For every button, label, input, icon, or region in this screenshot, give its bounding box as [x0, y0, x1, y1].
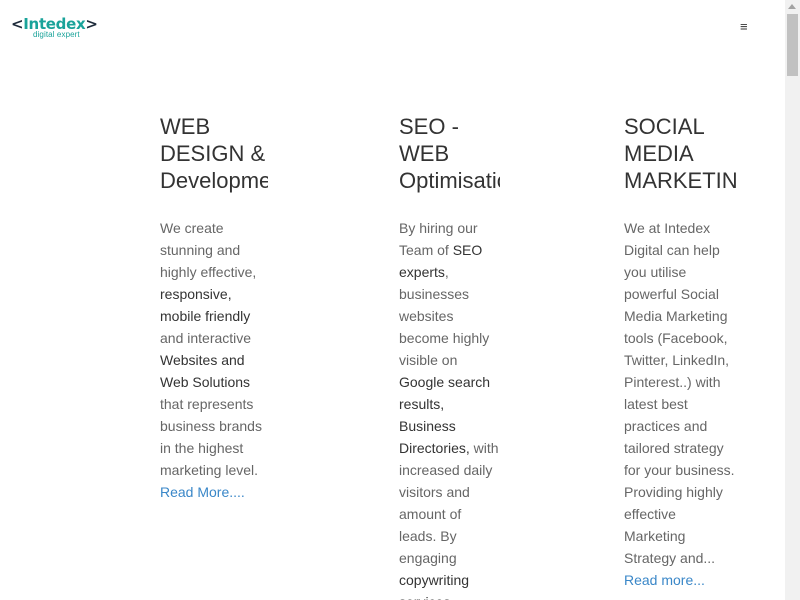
scrollbar-thumb[interactable]: [787, 14, 798, 76]
service-title: SOCIAL MEDIA MARKETING: [624, 114, 736, 193]
service-title: WEB DESIGN & Development: [160, 114, 268, 193]
service-description: By hiring our Team of SEO experts, busin…: [399, 217, 499, 600]
service-column-social-media: SOCIAL MEDIA MARKETING We at Intedex Dig…: [624, 113, 736, 600]
read-more-link[interactable]: Read more...: [624, 572, 705, 588]
emphasized-text: SEO experts: [399, 242, 483, 280]
emphasized-text: responsive, mobile friendly: [160, 286, 251, 324]
service-description: We at Intedex Digital can help you utili…: [624, 220, 735, 588]
service-description: We create stunning and highly effective,…: [160, 220, 262, 500]
emphasized-text: copywriting services: [399, 572, 470, 600]
logo[interactable]: <Intedex> digital expert: [11, 15, 98, 41]
service-column-web-design: WEB DESIGN & Development We create stunn…: [160, 113, 268, 600]
emphasized-text: Websites and Web Solutions: [160, 352, 251, 390]
vertical-scrollbar[interactable]: [785, 0, 800, 600]
logo-subtitle: digital expert: [33, 30, 80, 39]
hamburger-menu-icon[interactable]: ≡: [740, 19, 748, 34]
service-title: SEO - WEB Optimisation: [399, 114, 500, 193]
scroll-up-arrow-icon[interactable]: [788, 4, 796, 9]
service-column-seo: SEO - WEB Optimisation By hiring our Tea…: [399, 113, 500, 600]
read-more-link[interactable]: Read More....: [160, 484, 245, 500]
emphasized-text: Google search results, Business Director…: [399, 374, 491, 456]
